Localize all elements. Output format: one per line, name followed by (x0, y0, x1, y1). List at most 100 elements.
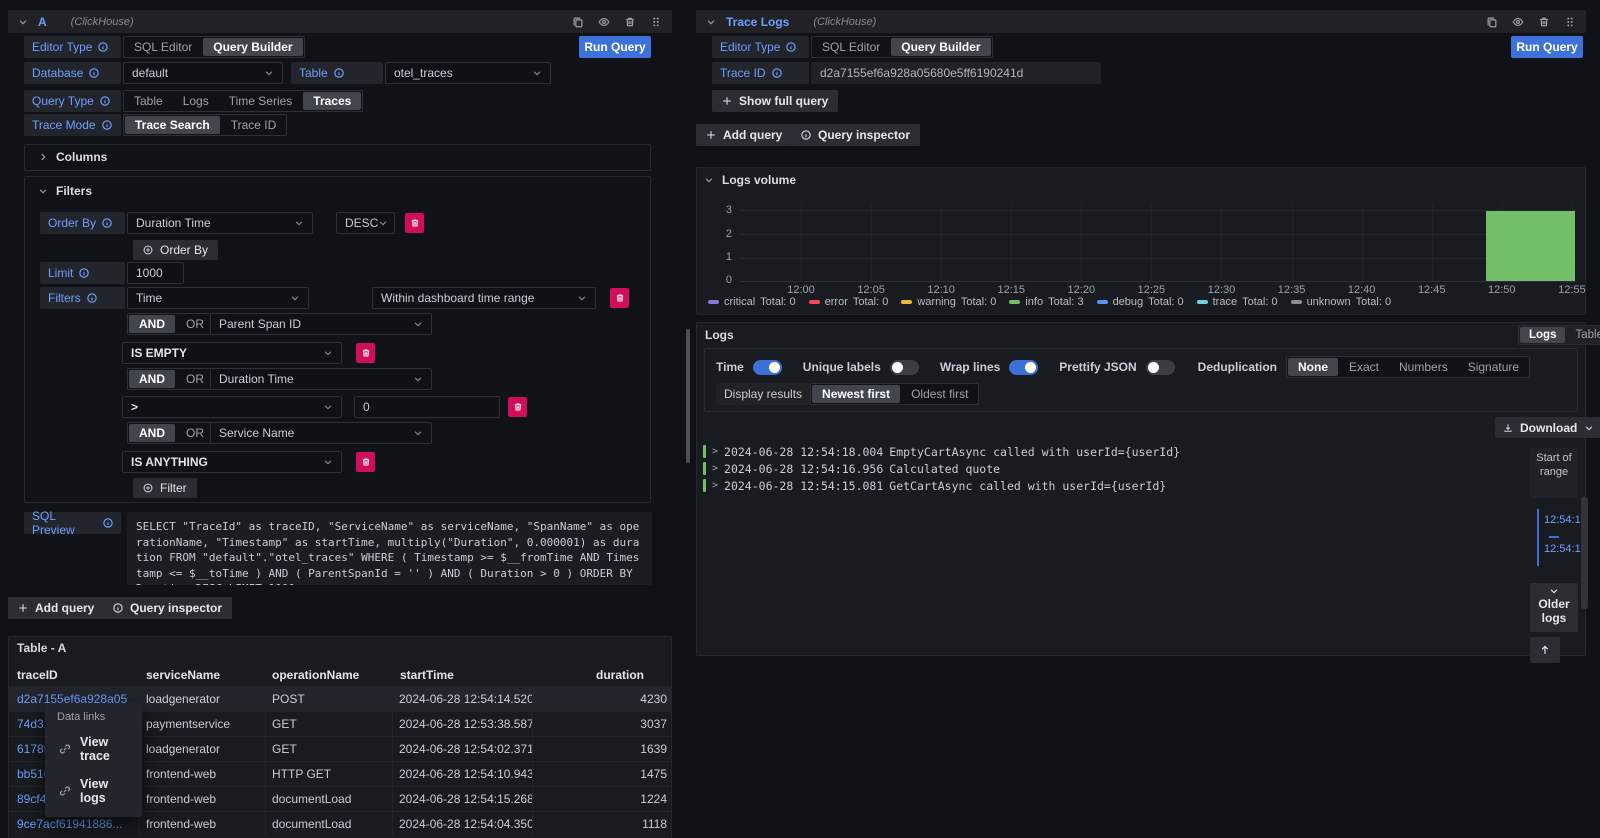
column-header-operationname[interactable]: operationName (272, 668, 359, 682)
legend-item[interactable]: unknown Total: 0 (1291, 296, 1392, 308)
condition1-field-select[interactable]: Parent Span ID (210, 313, 432, 335)
info-icon[interactable] (79, 268, 89, 278)
logs-volume-header[interactable]: Logs volume (704, 173, 796, 187)
log-expand-chevron[interactable]: > (712, 463, 718, 474)
context-menu-item[interactable]: View trace (45, 728, 142, 770)
condition2-operator-select[interactable]: > (122, 396, 342, 418)
query-type-option[interactable]: Time Series (219, 92, 303, 110)
info-icon[interactable] (100, 96, 110, 106)
time-toggle[interactable] (753, 360, 782, 375)
logs-scrollbar[interactable] (1581, 497, 1588, 609)
query-type-switch[interactable]: TableLogsTime SeriesTraces (123, 90, 363, 112)
condition2-value-input[interactable]: 0 (354, 396, 500, 418)
info-icon[interactable] (102, 218, 112, 228)
left-pane-scrollbar[interactable] (686, 329, 690, 463)
wrap-lines-toggle[interactable] (1009, 360, 1038, 375)
delete-query-icon[interactable] (1538, 16, 1550, 28)
filter-time-operator-select[interactable]: Within dashboard time range (372, 287, 596, 309)
editor-type-switch[interactable]: SQL EditorQuery Builder (811, 36, 993, 58)
info-icon[interactable] (87, 293, 97, 303)
collapse-chevron-icon[interactable] (18, 17, 28, 27)
info-icon[interactable] (772, 68, 782, 78)
condition3-delete-button[interactable] (356, 452, 375, 472)
collapse-chevron-icon[interactable] (706, 17, 716, 27)
query-inspector-button[interactable]: Query inspector (791, 124, 920, 146)
columns-section-header[interactable]: Columns (38, 150, 107, 164)
condition3-field-select[interactable]: Service Name (210, 422, 432, 444)
logs-view-option[interactable]: Table (1566, 327, 1600, 343)
display-results-option[interactable]: Oldest first (901, 385, 978, 403)
deduplication-option[interactable]: Numbers (1389, 358, 1458, 376)
column-header-starttime[interactable]: startTime (400, 668, 454, 682)
info-icon[interactable] (98, 42, 108, 52)
deduplication-option[interactable]: None (1288, 358, 1338, 376)
column-header-servicename[interactable]: serviceName (146, 668, 220, 682)
condition2-field-select[interactable]: Duration Time (210, 368, 432, 390)
log-line[interactable]: > 2024-06-28 12:54:16.956 Calculated quo… (703, 460, 1483, 477)
bool-option[interactable]: AND (129, 424, 175, 442)
query-type-option[interactable]: Logs (173, 92, 219, 110)
order-by-direction-select[interactable]: DESC (336, 212, 395, 234)
left-query-row-header[interactable]: A (ClickHouse) (8, 10, 672, 33)
context-menu-item[interactable]: View logs (45, 770, 142, 812)
add-query-button[interactable]: Add query (696, 124, 792, 146)
info-icon[interactable] (103, 518, 113, 528)
deduplication-option[interactable]: Exact (1339, 358, 1389, 376)
log-expand-chevron[interactable]: > (712, 480, 718, 491)
condition3-operator-select[interactable]: IS ANYTHING (122, 451, 342, 473)
bool-option[interactable]: OR (176, 424, 214, 442)
column-header-traceid[interactable]: traceID (17, 668, 58, 682)
query-type-option[interactable]: Traces (303, 92, 361, 110)
info-icon[interactable] (102, 120, 112, 130)
order-by-delete-button[interactable] (405, 213, 424, 233)
table-select[interactable]: otel_traces (385, 62, 551, 84)
filter-time-field-select[interactable]: Time (127, 287, 309, 309)
log-line[interactable]: > 2024-06-28 12:54:18.004 EmptyCartAsync… (703, 443, 1483, 460)
editor-type-option[interactable]: SQL Editor (124, 38, 202, 56)
delete-query-icon[interactable] (624, 16, 636, 28)
filters-section-header[interactable]: Filters (38, 184, 92, 198)
show-full-query-button[interactable]: Show full query (712, 90, 838, 112)
hide-query-icon[interactable] (1512, 16, 1524, 28)
add-filter-button[interactable]: Filter (133, 478, 197, 498)
column-header-duration[interactable]: duration (596, 668, 644, 682)
drag-handle-icon[interactable] (650, 16, 662, 28)
deduplication-option[interactable]: Signature (1458, 358, 1529, 376)
logs-view-option[interactable]: Logs (1520, 327, 1565, 343)
editor-type-switch[interactable]: SQL EditorQuery Builder (123, 36, 305, 58)
condition3-bool-switch[interactable]: ANDOR (127, 422, 215, 444)
database-select[interactable]: default (123, 62, 283, 84)
prettify-json-toggle[interactable] (1146, 360, 1175, 375)
log-line[interactable]: > 2024-06-28 12:54:15.081 GetCartAsync c… (703, 477, 1483, 494)
legend-item[interactable]: critical Total: 0 (708, 296, 796, 308)
query-inspector-button[interactable]: Query inspector (103, 597, 232, 619)
display-results-option[interactable]: Newest first (812, 385, 900, 403)
legend-item[interactable]: warning Total: 0 (901, 296, 996, 308)
drag-handle-icon[interactable] (1564, 16, 1576, 28)
info-icon[interactable] (786, 42, 796, 52)
bool-option[interactable]: AND (129, 370, 175, 388)
older-logs-button[interactable]: Older logs (1530, 583, 1578, 632)
logs-volume-bar[interactable] (1486, 211, 1575, 281)
trace-mode-switch[interactable]: Trace SearchTrace ID (123, 114, 287, 136)
logs-view-switch[interactable]: LogsTable (1518, 325, 1600, 345)
bool-option[interactable]: OR (176, 370, 214, 388)
display-results-switch[interactable]: Newest firstOldest first (810, 383, 979, 405)
limit-input[interactable]: 1000 (127, 262, 184, 284)
hide-query-icon[interactable] (598, 16, 610, 28)
condition1-delete-button[interactable] (356, 343, 375, 363)
deduplication-switch[interactable]: NoneExactNumbersSignature (1286, 356, 1530, 378)
trace-mode-option[interactable]: Trace Search (125, 116, 220, 134)
bool-option[interactable]: AND (129, 315, 175, 333)
trace-id-input[interactable]: d2a7155ef6a928a05680e5ff6190241d (811, 62, 1101, 84)
scroll-to-top-button[interactable] (1530, 637, 1560, 663)
condition1-bool-switch[interactable]: ANDOR (127, 313, 215, 335)
condition2-delete-button[interactable] (508, 397, 527, 417)
editor-type-option[interactable]: Query Builder (891, 38, 990, 56)
right-query-row-header[interactable]: Trace Logs (ClickHouse) (696, 10, 1586, 33)
condition2-bool-switch[interactable]: ANDOR (127, 368, 215, 390)
condition1-operator-select[interactable]: IS EMPTY (122, 342, 342, 364)
duplicate-query-icon[interactable] (572, 16, 584, 28)
legend-item[interactable]: debug Total: 0 (1097, 296, 1184, 308)
trace-mode-option[interactable]: Trace ID (221, 116, 287, 134)
